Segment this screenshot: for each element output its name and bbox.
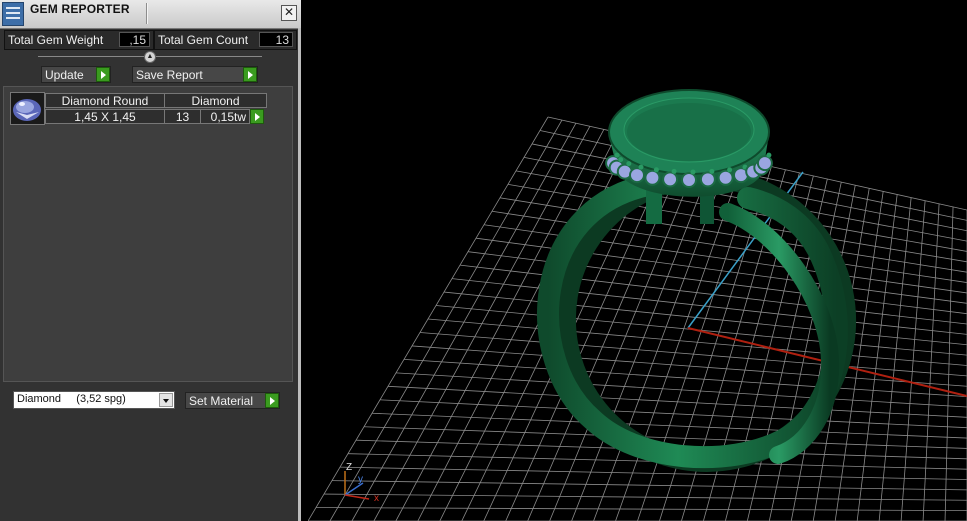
- 3d-viewport[interactable]: Z y x: [308, 0, 967, 521]
- panel-title: GEM REPORTER: [30, 2, 130, 16]
- save-report-button[interactable]: Save Report: [132, 66, 258, 83]
- gem-list: [3, 86, 293, 382]
- save-report-go-icon: [243, 67, 257, 82]
- total-gem-weight-value: ,15: [119, 32, 150, 47]
- update-button-label: Update: [45, 68, 84, 82]
- title-separator: [146, 3, 147, 24]
- save-report-button-label: Save Report: [136, 68, 203, 82]
- title-bar: GEM REPORTER ✕: [0, 0, 301, 29]
- total-gem-weight-box: Total Gem Weight ,15: [4, 30, 154, 50]
- collapse-icon[interactable]: ▲: [144, 51, 156, 63]
- total-gem-count-value: 13: [259, 32, 293, 47]
- gem-count-cell: 13: [164, 109, 201, 124]
- set-material-button-label: Set Material: [189, 394, 254, 408]
- update-go-icon: [96, 67, 110, 82]
- set-material-go-icon: [265, 393, 279, 408]
- material-select-value: Diamond (3,52 spg): [17, 393, 126, 405]
- gem-reporter-app-icon: [2, 2, 24, 26]
- gem-name-cell: Diamond Round: [45, 93, 165, 108]
- panel-splitter[interactable]: [298, 28, 301, 521]
- z-axis-label: Z: [346, 462, 353, 473]
- total-gem-count-box: Total Gem Count 13: [154, 30, 297, 50]
- y-axis-label: y: [358, 474, 363, 485]
- ring-model[interactable]: [537, 89, 873, 488]
- set-material-button[interactable]: Set Material: [185, 392, 280, 409]
- material-select[interactable]: Diamond (3,52 spg): [13, 391, 175, 409]
- gem-size-cell: 1,45 X 1,45: [45, 109, 165, 124]
- close-icon[interactable]: ✕: [281, 5, 297, 21]
- gem-reporter-panel: GEM REPORTER ✕ Total Gem Weight ,15 Tota…: [0, 0, 301, 521]
- gem-preview-icon[interactable]: [10, 92, 45, 125]
- chevron-down-icon[interactable]: [159, 393, 173, 407]
- update-button[interactable]: Update: [41, 66, 111, 83]
- gem-weight-cell: 0,15tw: [200, 109, 250, 124]
- total-gem-weight-label: Total Gem Weight: [8, 33, 104, 47]
- x-axis-label: x: [374, 493, 379, 504]
- gem-material-cell: Diamond: [164, 93, 267, 108]
- gem-row-go-icon[interactable]: [250, 109, 264, 124]
- total-gem-count-label: Total Gem Count: [158, 33, 249, 47]
